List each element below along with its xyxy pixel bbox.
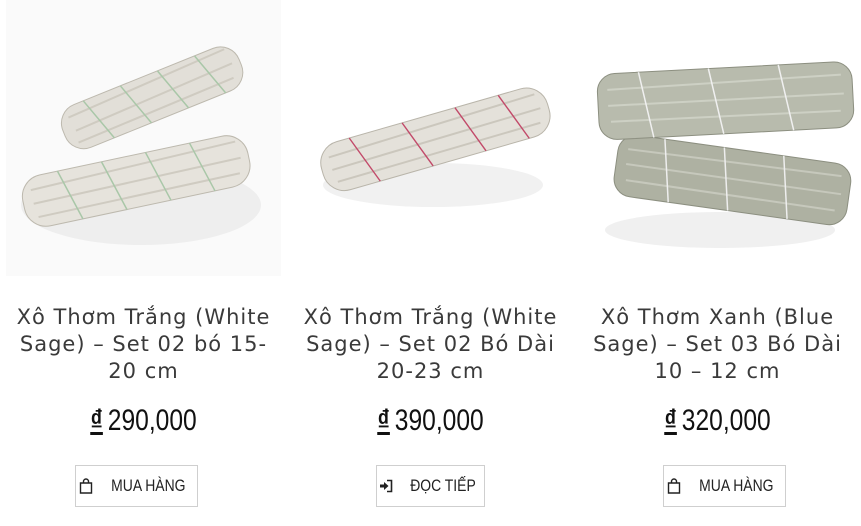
currency-symbol: ₫ <box>377 404 390 437</box>
product-image[interactable] <box>580 0 855 276</box>
product-card: Xô Thơm Trắng (White Sage) – Set 02 bó 1… <box>0 0 287 526</box>
button-label: MUA HÀNG <box>111 476 186 495</box>
product-grid: Xô Thơm Trắng (White Sage) – Set 02 bó 1… <box>0 0 861 526</box>
currency-symbol: ₫ <box>90 404 103 437</box>
product-title[interactable]: Xô Thơm Xanh (Blue Sage) – Set 03 Bó Dài… <box>580 304 855 385</box>
product-title[interactable]: Xô Thơm Trắng (White Sage) – Set 02 bó 1… <box>6 304 281 385</box>
product-title[interactable]: Xô Thơm Trắng (White Sage) – Set 02 Bó D… <box>293 304 568 385</box>
sign-in-arrow-icon <box>379 479 392 493</box>
currency-symbol: ₫ <box>664 404 677 437</box>
button-label: MUA HÀNG <box>699 476 774 495</box>
buy-button[interactable]: MUA HÀNG <box>75 465 198 507</box>
product-price: ₫ 390,000 <box>313 404 548 438</box>
price-value: 390,000 <box>394 404 484 437</box>
price-value: 290,000 <box>107 404 197 437</box>
product-image[interactable] <box>6 0 281 276</box>
buy-button[interactable]: MUA HÀNG <box>663 465 786 507</box>
read-more-button[interactable]: ĐỌC TIẾP <box>376 465 485 507</box>
product-price: ₫ 290,000 <box>26 404 261 438</box>
product-image[interactable] <box>293 0 568 276</box>
shopping-bag-icon <box>79 478 93 494</box>
product-price: ₫ 320,000 <box>600 404 835 438</box>
button-label: ĐỌC TIẾP <box>409 476 476 495</box>
product-card: Xô Thơm Xanh (Blue Sage) – Set 03 Bó Dài… <box>574 0 861 526</box>
price-value: 320,000 <box>681 404 771 437</box>
shopping-bag-icon <box>667 478 681 494</box>
product-card: Xô Thơm Trắng (White Sage) – Set 02 Bó D… <box>287 0 574 526</box>
